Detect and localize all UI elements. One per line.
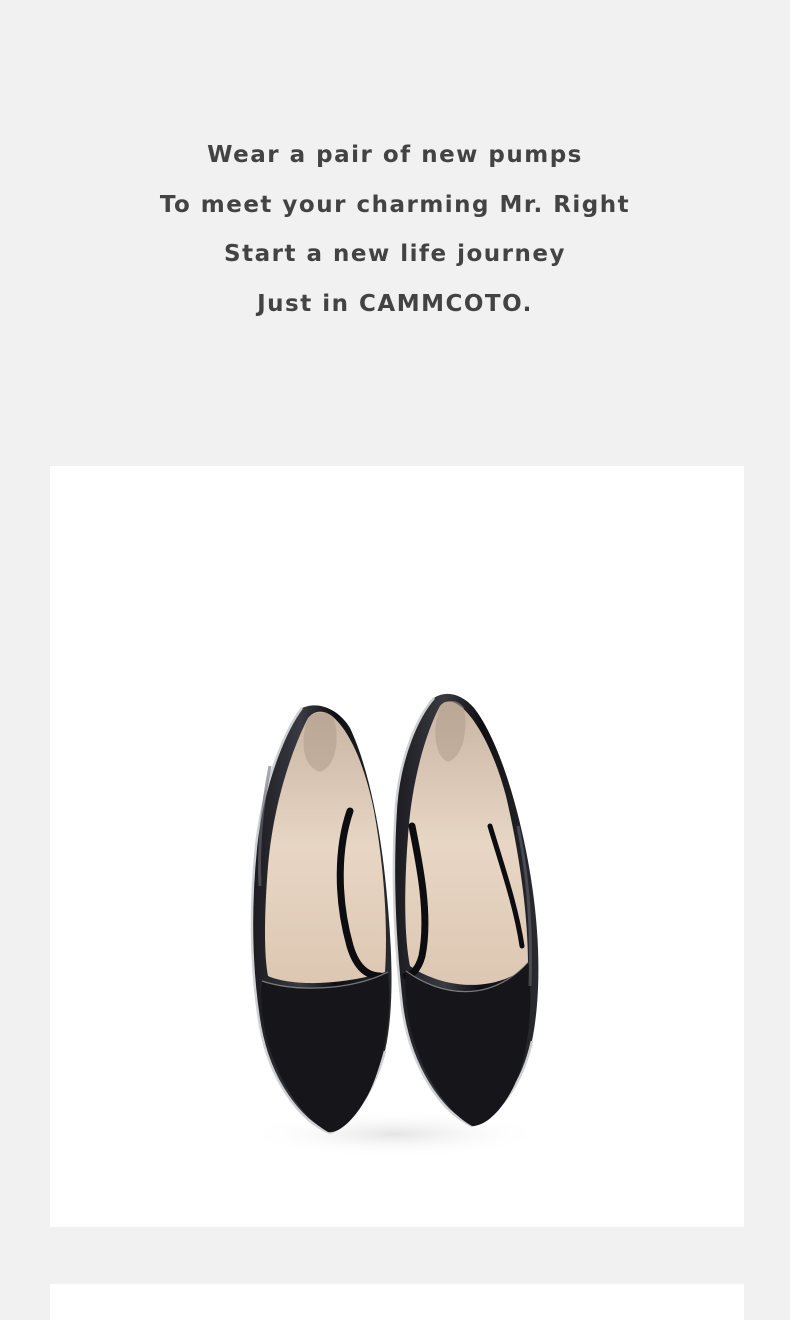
tagline-line-3: Start a new life journey <box>224 241 566 267</box>
product-photo-card <box>50 466 744 1227</box>
pumps-icon <box>245 693 545 1158</box>
shoe-shadow <box>245 1110 545 1158</box>
tagline-line-1: Wear a pair of new pumps <box>207 142 583 168</box>
right-shoe <box>392 693 539 1128</box>
next-photo-card <box>50 1284 744 1320</box>
left-shoe <box>250 705 392 1135</box>
tagline-line-2: To meet your charming Mr. Right <box>159 191 631 218</box>
tagline: Wear a pair of new pumps To meet your ch… <box>0 136 790 334</box>
tagline-line-4: Just in CAMMCOTO. <box>257 290 533 317</box>
